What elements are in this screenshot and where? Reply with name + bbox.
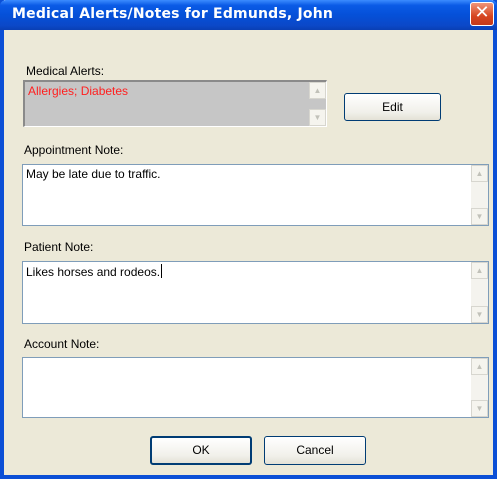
appointment-note-label: Appointment Note:	[24, 143, 124, 157]
appointment-note-value: May be late due to traffic.	[26, 167, 161, 181]
title-bar[interactable]: Medical Alerts/Notes for Edmunds, John ✕	[0, 0, 497, 30]
account-note-field[interactable]: ▲ ▼	[22, 357, 489, 418]
ok-button[interactable]: OK	[150, 436, 252, 465]
arrow-down-icon: ▼	[475, 212, 484, 221]
arrow-up-icon: ▲	[475, 266, 484, 275]
account-note-label: Account Note:	[24, 337, 100, 351]
window-title: Medical Alerts/Notes for Edmunds, John	[12, 6, 334, 22]
arrow-down-icon: ▼	[475, 310, 484, 319]
patient-note-scrollbar[interactable]: ▲ ▼	[471, 262, 488, 323]
account-note-scrollbar[interactable]: ▲ ▼	[471, 358, 488, 417]
scroll-up-button[interactable]: ▲	[471, 165, 488, 182]
arrow-down-icon: ▼	[475, 404, 484, 413]
appointment-note-scrollbar[interactable]: ▲ ▼	[471, 165, 488, 225]
scroll-up-button[interactable]: ▲	[471, 262, 488, 279]
arrow-up-icon: ▲	[313, 86, 322, 95]
scroll-up-button[interactable]: ▲	[471, 358, 488, 375]
close-icon: ✕	[474, 2, 490, 23]
cancel-button[interactable]: Cancel	[264, 436, 366, 465]
patient-note-label: Patient Note:	[24, 240, 94, 254]
patient-note-text: Likes horses and rodeos.	[26, 264, 163, 279]
scroll-down-button[interactable]: ▼	[309, 109, 326, 126]
scroll-down-button[interactable]: ▼	[471, 208, 488, 225]
medical-alerts-value: Allergies; Diabetes	[28, 84, 129, 98]
patient-note-field[interactable]: Likes horses and rodeos. ▲ ▼	[22, 261, 489, 324]
medical-alerts-label: Medical Alerts:	[26, 64, 105, 78]
close-button[interactable]: ✕	[470, 2, 494, 26]
arrow-up-icon: ▲	[475, 362, 484, 371]
edit-button[interactable]: Edit	[344, 93, 441, 121]
patient-note-value: Likes horses and rodeos.	[26, 265, 161, 279]
text-caret	[161, 264, 163, 278]
scroll-up-button[interactable]: ▲	[309, 82, 326, 99]
arrow-up-icon: ▲	[475, 169, 484, 178]
medical-alerts-scrollbar[interactable]: ▲ ▼	[309, 82, 326, 126]
medical-alerts-field: Allergies; Diabetes ▲ ▼	[23, 80, 327, 127]
arrow-down-icon: ▼	[313, 113, 322, 122]
scroll-down-button[interactable]: ▼	[471, 400, 488, 417]
scroll-down-button[interactable]: ▼	[471, 306, 488, 323]
appointment-note-field[interactable]: May be late due to traffic. ▲ ▼	[22, 164, 489, 226]
